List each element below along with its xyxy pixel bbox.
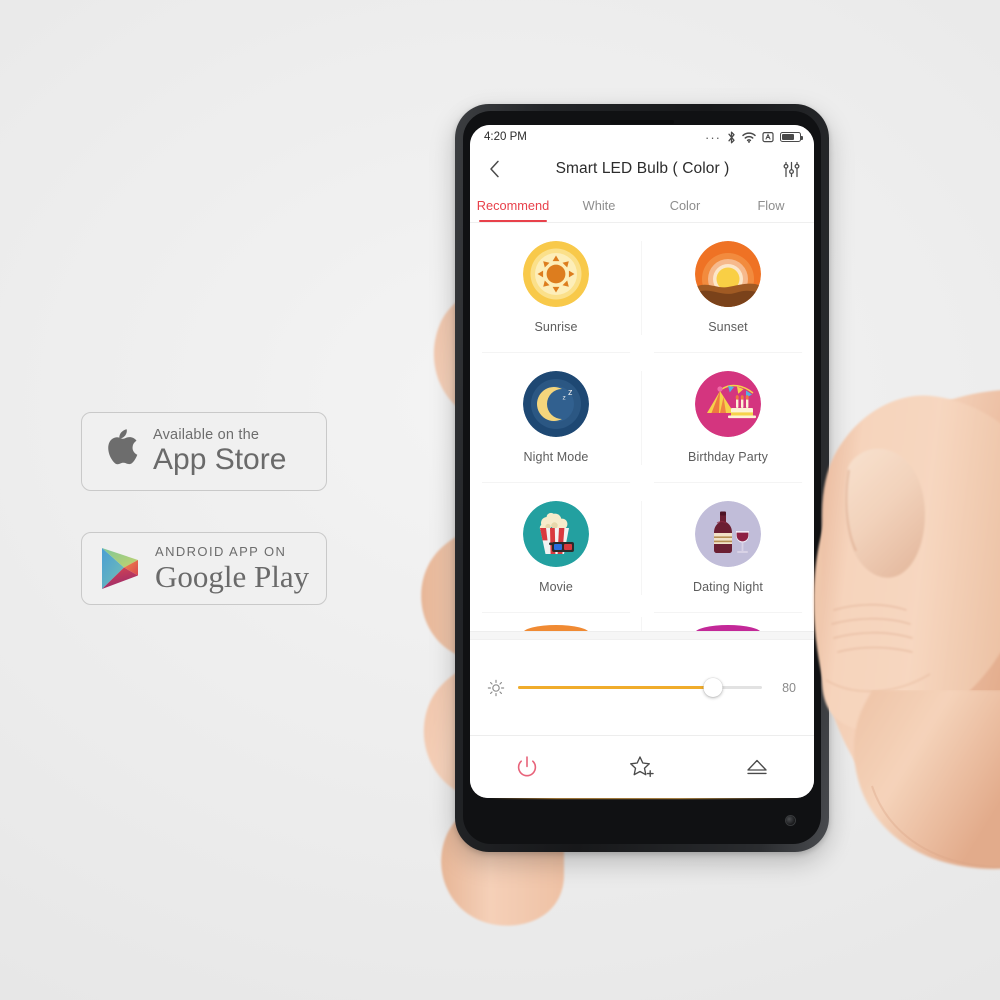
- scene-item-partial-orange[interactable]: [470, 613, 642, 631]
- earpiece-speaker: [610, 120, 674, 124]
- chevron-left-icon: [489, 160, 499, 178]
- sunrise-icon: [523, 241, 589, 307]
- page-title: Smart LED Bulb ( Color ): [555, 160, 730, 177]
- scene-grid: Sunrise Sunset z z Night Mode Birthday P…: [470, 223, 814, 631]
- bottom-toolbar: [470, 736, 814, 798]
- share-button[interactable]: [699, 736, 814, 798]
- brightness-sun-icon: [487, 679, 505, 696]
- slider-fill: [518, 685, 714, 690]
- scene-item-dating-night[interactable]: Dating Night: [642, 483, 814, 613]
- phone-screen: 4:20 PM ··· Smart LED Bulb (Color) Rec…: [470, 125, 814, 798]
- scene-label: Sunrise: [534, 320, 578, 334]
- google-play-badge-bottom: Google Play: [155, 559, 310, 594]
- app-store-badge[interactable]: Available on the App Store: [81, 412, 327, 491]
- front-camera-icon: [786, 816, 795, 825]
- battery-icon: [780, 132, 804, 142]
- brightness-value: 80: [782, 680, 796, 695]
- google-play-triangle-icon: [98, 545, 142, 593]
- phone-device: 4:20 PM ··· Smart LED Bulb (Color) Rec…: [455, 104, 829, 852]
- scene-item-sunset[interactable]: Sunset: [642, 223, 814, 353]
- sliders-icon: [783, 161, 799, 177]
- brightness-slider[interactable]: [518, 678, 762, 697]
- scene-item-night-mode[interactable]: z z Night Mode: [470, 353, 642, 483]
- scene-label: Birthday Party: [688, 450, 768, 464]
- section-divider: [470, 631, 814, 640]
- power-icon: [518, 756, 537, 777]
- settings-button[interactable]: [779, 157, 803, 181]
- scene-item-movie[interactable]: Movie: [470, 483, 642, 613]
- star-plus-icon: [630, 756, 654, 778]
- dating-night-icon: [695, 501, 761, 567]
- tab-flow[interactable]: Flow: [728, 189, 814, 222]
- alarm-icon: [762, 132, 774, 143]
- partial-orange-icon: [523, 625, 589, 631]
- status-icons: ···: [705, 129, 804, 145]
- tab-color[interactable]: Color: [642, 189, 728, 222]
- google-play-badge-top: ANDROID APP ON: [155, 544, 287, 559]
- brightness-control: 80: [470, 640, 814, 736]
- google-play-badge[interactable]: ANDROID APP ON Google Play: [81, 532, 327, 605]
- app-store-badge-bottom: App Store: [153, 443, 287, 477]
- wifi-icon: [742, 131, 756, 143]
- birthday-party-icon: [695, 371, 761, 437]
- svg-text:z: z: [563, 395, 566, 402]
- scene-label: Night Mode: [523, 450, 589, 464]
- tab-bar: Recommend White Color Flow: [470, 189, 814, 223]
- more-dots-icon: ···: [705, 129, 721, 145]
- scene-label: Sunset: [708, 320, 748, 334]
- tab-white[interactable]: White: [556, 189, 642, 222]
- status-time: 4:20 PM: [484, 131, 527, 143]
- app-bar: Smart LED Bulb ( Color ): [470, 149, 814, 189]
- back-button[interactable]: [482, 157, 506, 181]
- slider-thumb[interactable]: [703, 678, 723, 697]
- scene-item-partial-magenta[interactable]: [642, 613, 814, 631]
- screenshot-root: 4:20 PM ··· Smart LED Bulb (Color) Rec…: [0, 0, 1000, 1000]
- eject-icon: [746, 759, 767, 775]
- phone-bezel: 4:20 PM ··· Smart LED Bulb (Color) Rec…: [463, 111, 821, 844]
- movie-icon: [523, 501, 589, 567]
- scene-scroll-area[interactable]: Sunrise Sunset z z Night Mode Birthday P…: [470, 223, 814, 631]
- night-mode-icon: z z: [523, 371, 589, 437]
- scene-label: Dating Night: [693, 580, 763, 594]
- scene-item-birthday-party[interactable]: Birthday Party: [642, 353, 814, 483]
- partial-magenta-icon: [695, 625, 761, 631]
- scene-item-sunrise[interactable]: Sunrise: [470, 223, 642, 353]
- status-bar: 4:20 PM ···: [470, 125, 814, 149]
- power-button[interactable]: [470, 736, 585, 798]
- app-store-badge-top: Available on the: [153, 426, 260, 443]
- svg-text:z: z: [568, 387, 573, 397]
- tab-recommend[interactable]: Recommend: [470, 189, 556, 222]
- sunset-icon: [695, 241, 761, 307]
- favorite-button[interactable]: [585, 736, 700, 798]
- scene-label: Movie: [539, 580, 573, 594]
- apple-logo-icon: [98, 427, 140, 477]
- bluetooth-icon: [728, 131, 735, 143]
